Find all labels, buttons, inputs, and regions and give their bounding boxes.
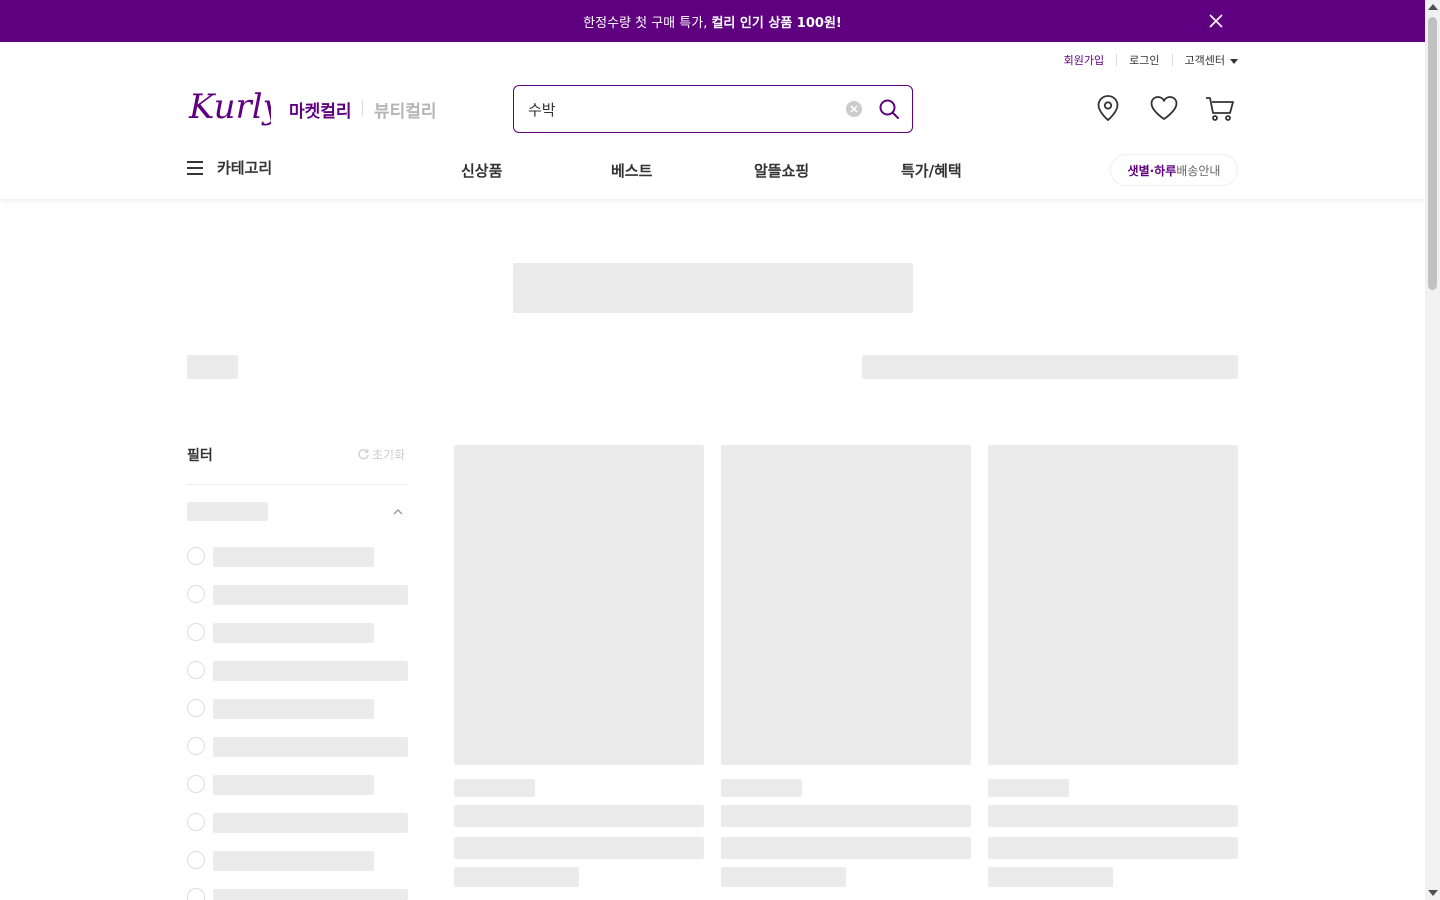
market-kurly-tab[interactable]: 마켓컬리 (289, 97, 352, 122)
login-link[interactable]: 로그인 (1129, 52, 1159, 68)
skeleton-product-image (454, 445, 704, 765)
divider (187, 484, 408, 485)
skeleton-product-price (454, 867, 579, 887)
skeleton-product-image (988, 445, 1238, 765)
skeleton-filter-group-title (187, 502, 268, 521)
skeleton-product-name (988, 805, 1238, 827)
scrollbar[interactable] (1425, 0, 1440, 900)
skeleton-filter-option (213, 737, 408, 757)
caret-down-icon (1230, 58, 1238, 64)
skeleton-result-count (187, 355, 238, 379)
filter-checkbox[interactable] (187, 585, 205, 603)
scroll-up-arrow-icon[interactable] (1428, 4, 1438, 10)
location-icon[interactable] (1092, 92, 1124, 124)
divider (1171, 54, 1173, 66)
refresh-icon (358, 449, 369, 460)
skeleton-product-badge (988, 779, 1069, 797)
skeleton-product-image (721, 445, 971, 765)
category-menu[interactable]: 카테고리 (187, 157, 272, 178)
clear-search-icon[interactable] (846, 101, 862, 117)
skeleton-product-name (721, 805, 971, 827)
promo-banner[interactable]: 한정수량 첫 구매 특가, 컬리 인기 상품 100원! (0, 0, 1425, 42)
util-menu: 회원가입 로그인 고객센터 (1064, 52, 1238, 68)
skeleton-product-price (988, 867, 1113, 887)
skeleton-filter-option (213, 585, 408, 605)
filter-checkbox[interactable] (187, 699, 205, 717)
skeleton-product-desc (988, 837, 1238, 859)
skeleton-filter-option (213, 623, 374, 643)
nav-best[interactable]: 베스트 (611, 160, 652, 181)
filter-reset-button[interactable]: 초기화 (357, 446, 405, 463)
filter-checkbox[interactable] (187, 851, 205, 869)
promo-text: 한정수량 첫 구매 특가, 컬리 인기 상품 100원! (583, 15, 842, 31)
delivery-info-button[interactable]: 샛별·하루 배송안내 (1110, 154, 1238, 186)
kurly-logo[interactable]: Kurly (187, 84, 271, 132)
skeleton-filter-option (213, 889, 408, 900)
filter-checkbox[interactable] (187, 888, 205, 900)
scroll-down-arrow-icon[interactable] (1428, 890, 1438, 896)
filter-checkbox[interactable] (187, 775, 205, 793)
nav-special-benefits[interactable]: 특가/혜택 (901, 160, 962, 181)
skeleton-filter-option (213, 851, 374, 871)
close-icon[interactable] (1206, 11, 1226, 31)
scrollbar-thumb[interactable] (1428, 17, 1437, 290)
category-label: 카테고리 (217, 159, 273, 177)
filter-checkbox[interactable] (187, 737, 205, 755)
skeleton-search-title (513, 263, 913, 313)
cart-icon[interactable] (1204, 92, 1236, 124)
skeleton-product-desc (721, 837, 971, 859)
filter-checkbox[interactable] (187, 623, 205, 641)
skeleton-product-desc (454, 837, 704, 859)
nav-new-products[interactable]: 신상품 (461, 160, 502, 181)
divider (362, 101, 363, 115)
skeleton-product-badge (721, 779, 802, 797)
svg-text:Kurly: Kurly (188, 87, 271, 127)
nav-bargain-shopping[interactable]: 알뜰쇼핑 (754, 160, 809, 181)
skeleton-product-name (454, 805, 704, 827)
search-bar (513, 85, 913, 133)
skeleton-filter-option (213, 547, 374, 567)
global-nav: 카테고리 신상품 베스트 알뜰쇼핑 특가/혜택 샛별·하루 배송안내 (187, 154, 1238, 194)
search-icon[interactable] (878, 98, 900, 120)
divider (1116, 54, 1118, 66)
beauty-kurly-tab[interactable]: 뷰티컬리 (374, 97, 437, 122)
skeleton-filter-option (213, 661, 408, 681)
skeleton-filter-option (213, 775, 374, 795)
filter-title: 필터 (187, 448, 213, 464)
hamburger-icon (187, 160, 203, 175)
skeleton-sort-options (862, 355, 1238, 379)
filter-checkbox[interactable] (187, 661, 205, 679)
signup-link[interactable]: 회원가입 (1064, 52, 1104, 68)
skeleton-filter-option (213, 699, 374, 719)
customer-center-link[interactable]: 고객센터 (1185, 52, 1238, 68)
chevron-up-icon[interactable] (392, 506, 404, 518)
skeleton-product-badge (454, 779, 535, 797)
heart-icon[interactable] (1148, 92, 1180, 124)
filter-checkbox[interactable] (187, 813, 205, 831)
skeleton-product-price (721, 867, 846, 887)
site-header: 회원가입 로그인 고객센터 Kurly 마켓컬리 뷰티컬리 카테고리 (0, 42, 1425, 199)
search-input[interactable] (528, 86, 838, 132)
filter-checkbox[interactable] (187, 547, 205, 565)
skeleton-filter-option (213, 813, 408, 833)
